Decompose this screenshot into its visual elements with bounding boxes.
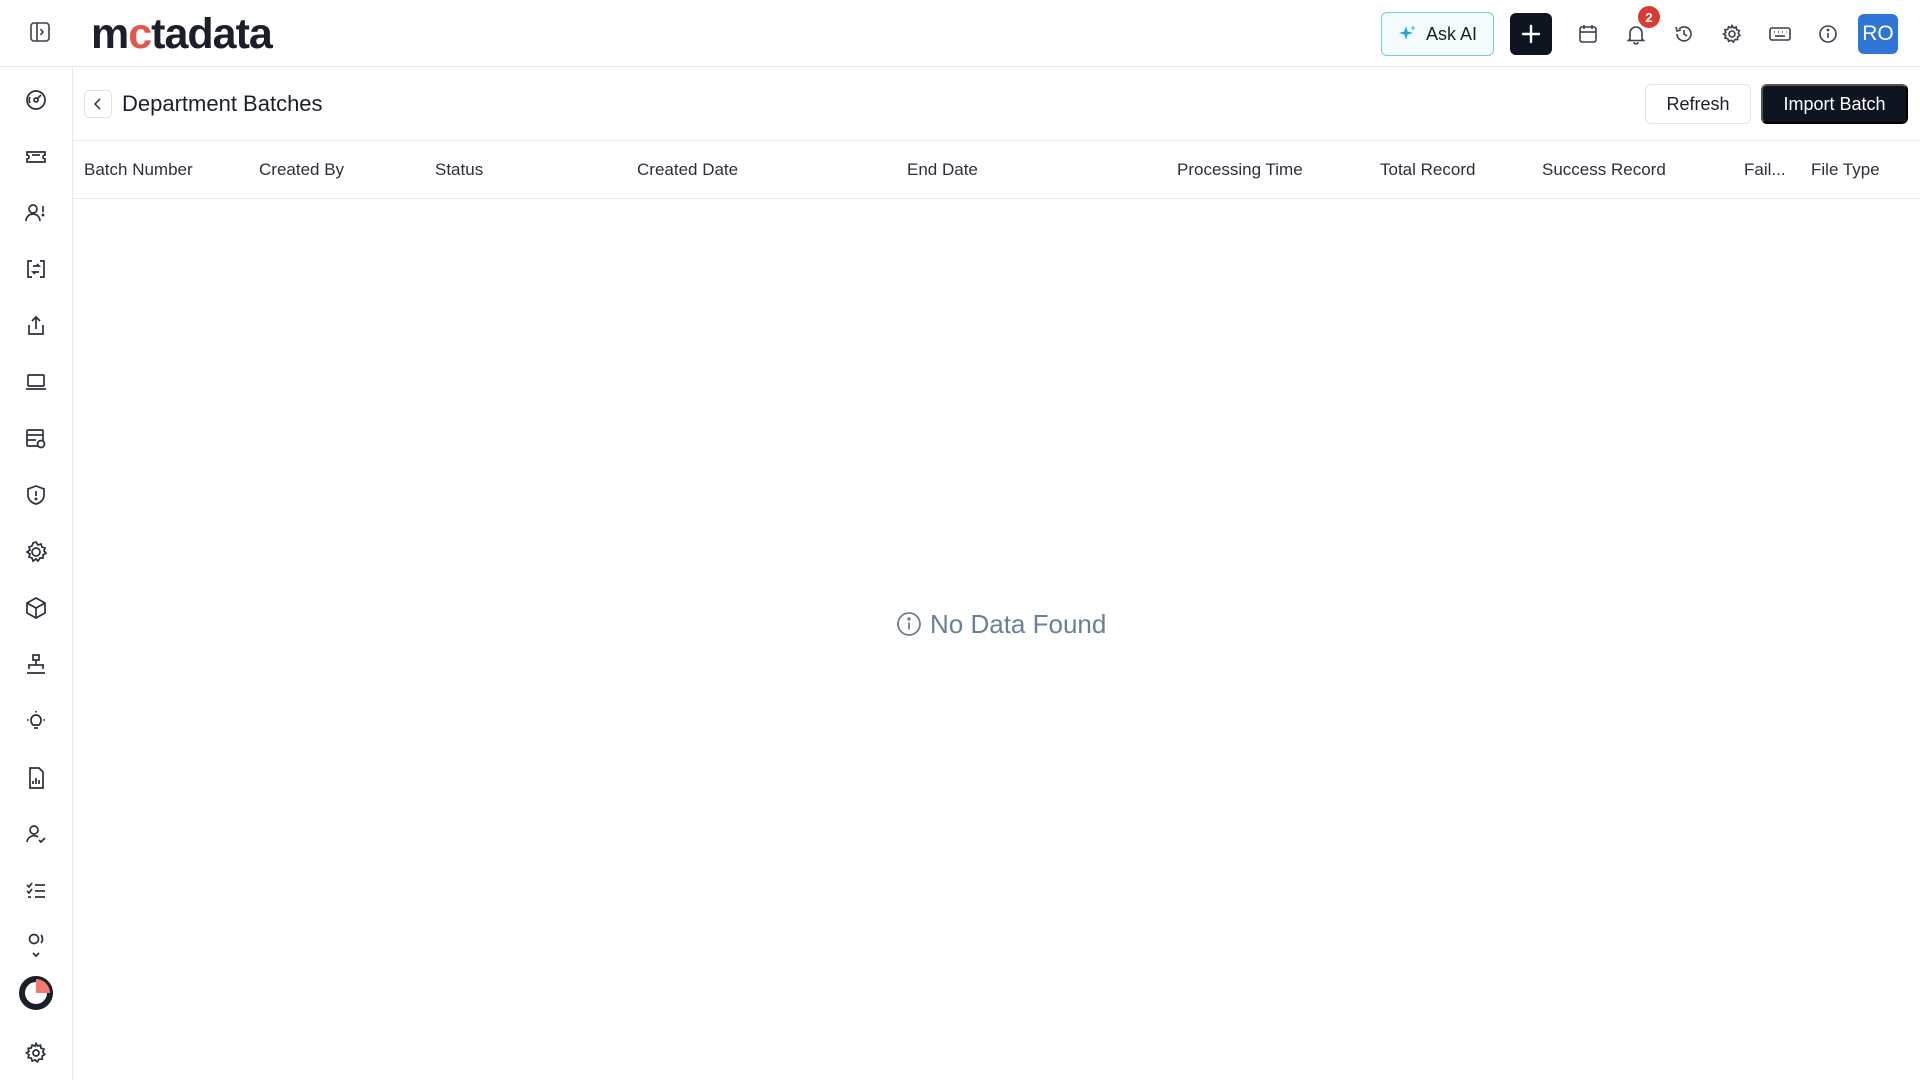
back-button[interactable] <box>84 90 112 118</box>
sidebar-item-tickets[interactable] <box>20 141 52 173</box>
package-icon <box>26 597 46 619</box>
patch-icon <box>25 540 48 563</box>
dashboard-icon <box>26 90 46 110</box>
column-header-failed-record[interactable]: Fail... <box>1744 141 1786 199</box>
gear-icon <box>1722 23 1742 44</box>
user-avatar[interactable]: RO <box>1858 14 1898 54</box>
top-bar: mctadata Ask AI 2 RO <box>0 0 1920 67</box>
hierarchy-icon <box>27 654 45 674</box>
sidebar-item-tasks[interactable] <box>20 875 52 907</box>
empty-state-message: No Data Found <box>930 608 1107 639</box>
ask-ai-button[interactable]: Ask AI <box>1380 12 1494 56</box>
chevron-left-icon <box>93 98 101 110</box>
sidebar-item-cmdb[interactable] <box>20 423 52 455</box>
sidebar-item-assets[interactable] <box>20 366 52 398</box>
sidebar-item-changes[interactable] <box>20 253 52 285</box>
more-icon <box>28 933 44 958</box>
report-icon <box>29 767 44 789</box>
users-icon <box>25 204 45 222</box>
sidebar-item-reports[interactable] <box>20 762 52 794</box>
history-button[interactable] <box>1660 12 1708 56</box>
task-list-icon <box>26 882 45 898</box>
sidebar-item-hierarchy[interactable] <box>20 649 52 681</box>
notification-badge: 2 <box>1638 6 1660 28</box>
history-icon <box>1675 26 1692 42</box>
sidebar-item-security[interactable] <box>20 479 52 511</box>
sidebar-item-users[interactable] <box>20 197 52 229</box>
sidebar-item-releases[interactable] <box>20 310 52 342</box>
release-icon <box>28 315 44 335</box>
sidebar-item-more[interactable] <box>20 928 52 960</box>
app-logo[interactable]: mctadata <box>91 10 273 58</box>
column-header-batch-number[interactable]: Batch Number <box>84 141 193 199</box>
info-icon <box>897 612 921 636</box>
column-header-end-date[interactable]: End Date <box>907 141 978 199</box>
column-header-success-record[interactable]: Success Record <box>1542 141 1666 199</box>
sidebar-item-brand[interactable] <box>16 973 56 1013</box>
ask-ai-label: Ask AI <box>1425 23 1477 44</box>
notifications-button[interactable]: 2 <box>1612 6 1660 56</box>
sidebar-item-ideas[interactable] <box>20 705 52 737</box>
page-title: Department Batches <box>122 91 323 116</box>
column-header-created-by[interactable]: Created By <box>259 141 344 199</box>
column-header-processing-time[interactable]: Processing Time <box>1177 141 1303 199</box>
app-root: mctadata Ask AI 2 RO Department Batches … <box>0 0 1920 1080</box>
sidebar-item-patches[interactable] <box>20 536 52 568</box>
sparkle-icon <box>1398 25 1416 40</box>
change-icon <box>27 260 45 278</box>
page-header: Department Batches Refresh Import Batch <box>73 67 1920 141</box>
keyboard-shortcuts-button[interactable] <box>1756 12 1804 56</box>
sidebar <box>0 67 73 1080</box>
refresh-button[interactable]: Refresh <box>1645 84 1751 124</box>
column-header-file-type[interactable]: File Type <box>1811 141 1880 199</box>
empty-state: No Data Found <box>896 607 1106 641</box>
create-button[interactable] <box>1510 13 1552 55</box>
sidebar-item-approvals[interactable] <box>20 818 52 850</box>
import-batch-button[interactable]: Import Batch <box>1761 84 1908 124</box>
calendar-icon <box>1579 25 1597 43</box>
sidebar-item-settings[interactable] <box>20 1037 52 1069</box>
calendar-button[interactable] <box>1564 12 1612 56</box>
column-header-total-record[interactable]: Total Record <box>1380 141 1475 199</box>
cmdb-icon <box>26 429 46 449</box>
ticket-icon <box>26 151 46 163</box>
settings-icon <box>24 1041 47 1064</box>
sidebar-item-packages[interactable] <box>20 592 52 624</box>
idea-icon <box>27 711 45 729</box>
plus-icon <box>1521 24 1541 44</box>
sidebar-item-dashboard[interactable] <box>20 84 52 116</box>
table-header: Batch Number Created By Status Created D… <box>73 141 1920 199</box>
info-icon <box>1819 25 1837 43</box>
help-button[interactable] <box>1804 12 1852 56</box>
column-header-status[interactable]: Status <box>435 141 483 199</box>
user-check-icon <box>26 825 46 844</box>
settings-button[interactable] <box>1708 12 1756 56</box>
shield-icon <box>27 485 45 505</box>
column-header-created-date[interactable]: Created Date <box>637 141 738 199</box>
asset-icon <box>26 374 46 390</box>
topbar-actions: Ask AI 2 RO <box>1380 6 1898 56</box>
keyboard-icon <box>1769 27 1791 41</box>
sidebar-toggle-icon[interactable] <box>27 19 53 45</box>
brand-ring-icon <box>19 976 53 1010</box>
